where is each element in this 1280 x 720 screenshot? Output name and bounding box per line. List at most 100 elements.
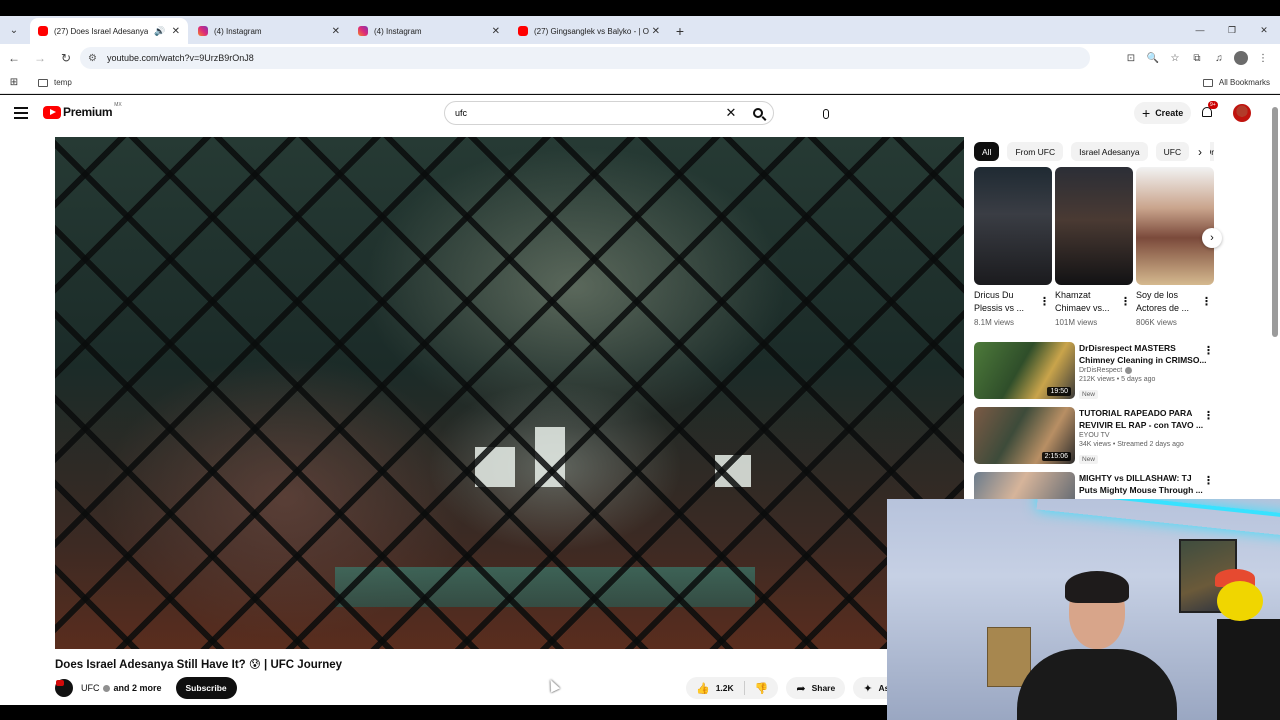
plush-toy	[1217, 581, 1263, 621]
account-avatar[interactable]	[1233, 104, 1251, 122]
video-thumbnail[interactable]: 19:50	[974, 342, 1075, 399]
url-text: youtube.com/watch?v=9UrzB9rOnJ8	[106, 53, 254, 63]
chip-israel-adesanya[interactable]: Israel Adesanya	[1071, 142, 1148, 161]
voice-search-mic-icon[interactable]	[815, 103, 837, 125]
channel-label: DrDisRespect	[1079, 367, 1123, 374]
browser-menu-icon[interactable]: ⋮	[1252, 47, 1274, 69]
short-title[interactable]: Khamzat Chimaev vs...	[1055, 289, 1117, 315]
browser-tab-4[interactable]: (27) Gingsanglek vs Balyko - | O ✕	[510, 18, 668, 44]
new-badge: New	[1079, 390, 1099, 399]
reload-icon[interactable]: ↻	[54, 46, 78, 70]
recommended-video[interactable]: 19:50 DrDisrespect MASTERS Chimney Clean…	[974, 342, 1220, 400]
zoom-icon[interactable]: 🔍	[1142, 47, 1164, 69]
tab-close-icon[interactable]: ✕	[652, 26, 660, 37]
subscribe-button[interactable]: Subscribe	[175, 677, 237, 699]
video-actions: 👍 1.2K 👎 ➦ Share ✦ Ask	[686, 677, 912, 699]
short-thumbnail[interactable]	[1055, 167, 1133, 285]
all-bookmarks[interactable]: All Bookmarks	[1202, 78, 1270, 87]
channel-avatar[interactable]	[55, 679, 73, 697]
short-item[interactable]: Dricus Du Plessis vs ... 8.1M views ⋮	[974, 167, 1052, 327]
extensions-icon[interactable]: ⧉	[1186, 47, 1208, 69]
search-input[interactable]	[455, 108, 719, 118]
new-tab-plus-icon[interactable]: +	[668, 18, 692, 44]
short-title[interactable]: Dricus Du Plessis vs ...	[974, 289, 1036, 315]
recommended-video[interactable]: 2:15:06 TUTORIAL RAPEADO PARA REVIVIR EL…	[974, 407, 1220, 465]
folder-icon	[38, 78, 48, 87]
video-title[interactable]: DrDisrespect MASTERS Chimney Cleaning in…	[1079, 342, 1209, 366]
more-options-icon[interactable]: ⋮	[1039, 295, 1050, 308]
tab-close-icon[interactable]: ✕	[492, 26, 500, 37]
media-controls-icon[interactable]: ♫	[1208, 47, 1230, 69]
short-views: 8.1M views	[974, 318, 1015, 327]
restore-icon[interactable]: ❐	[1216, 16, 1248, 44]
more-options-icon[interactable]: ⋮	[1203, 474, 1214, 487]
hamburger-menu-icon[interactable]	[14, 107, 28, 119]
thumbs-down-icon: 👎	[754, 682, 769, 695]
url-field[interactable]: ⚙ youtube.com/watch?v=9UrzB9rOnJ8	[80, 47, 1090, 69]
dislike-button[interactable]: 👎	[745, 677, 779, 699]
share-arrow-icon: ➦	[796, 682, 806, 695]
channel-name[interactable]: UFC	[81, 683, 100, 693]
video-player[interactable]	[55, 137, 964, 649]
new-badge: New	[1079, 455, 1099, 464]
bookmark-star-icon[interactable]: ☆	[1164, 47, 1186, 69]
browser-tab-2[interactable]: (4) Instagram ✕	[190, 18, 348, 44]
more-options-icon[interactable]: ⋮	[1203, 409, 1214, 422]
clear-search-icon[interactable]: ✕	[719, 105, 743, 121]
short-thumbnail[interactable]	[974, 167, 1052, 285]
create-button[interactable]: + Create	[1134, 102, 1192, 124]
short-item[interactable]: Soy de los Actores de ... 806K views ⋮	[1136, 167, 1214, 327]
youtube-header: Premium MX ✕ + Create 9+	[0, 95, 1280, 131]
video-info: TUTORIAL RAPEADO PARA REVIVIR EL RAP - c…	[1079, 407, 1209, 466]
short-title[interactable]: Soy de los Actores de ...	[1136, 289, 1198, 315]
collaborators-link[interactable]: and 2 more	[114, 683, 162, 693]
notification-badge: 9+	[1208, 101, 1218, 109]
more-options-icon[interactable]: ⋮	[1201, 295, 1212, 308]
install-app-icon[interactable]: ⊡	[1120, 47, 1142, 69]
chip-from-ufc[interactable]: From UFC	[1007, 142, 1064, 161]
minimize-icon[interactable]: —	[1184, 16, 1216, 44]
tab-search-chevron-icon[interactable]: ⌄	[0, 16, 28, 44]
shorts-shelf: Dricus Du Plessis vs ... 8.1M views ⋮ Kh…	[974, 167, 1216, 337]
notifications-bell-icon[interactable]: 9+	[1200, 101, 1218, 119]
chips-next-chevron-icon[interactable]: ›	[1190, 142, 1210, 162]
chip-all[interactable]: All	[974, 142, 1000, 161]
apps-grid-icon[interactable]: ⊞	[0, 77, 28, 88]
short-thumbnail[interactable]	[1136, 167, 1214, 285]
video-title-heading: Does Israel Adesanya Still Have It? 😰 | …	[55, 659, 343, 671]
shorts-next-chevron-icon[interactable]: ›	[1202, 228, 1222, 248]
channel-name[interactable]: EYOU TV	[1079, 432, 1209, 439]
bookmark-folder-temp[interactable]: temp	[38, 78, 72, 87]
profile-avatar[interactable]	[1230, 47, 1252, 69]
forward-arrow-icon[interactable]: →	[28, 46, 52, 70]
browser-tab-3[interactable]: (4) Instagram ✕	[350, 18, 508, 44]
like-button[interactable]: 👍 1.2K	[686, 677, 744, 699]
window-close-icon[interactable]: ✕	[1248, 16, 1280, 44]
tab-title: (4) Instagram	[374, 26, 422, 36]
streamer-body	[1017, 649, 1177, 720]
site-info-icon[interactable]: ⚙	[88, 53, 97, 64]
plus-icon: +	[1142, 105, 1151, 121]
more-options-icon[interactable]: ⋮	[1120, 295, 1131, 308]
tab-close-icon[interactable]: ✕	[332, 26, 340, 37]
video-thumbnail[interactable]	[974, 472, 1075, 500]
chip-ufc[interactable]: UFC	[1155, 142, 1190, 161]
scrollbar-thumb[interactable]	[1272, 107, 1278, 337]
tab-strip: ⌄ (27) Does Israel Adesanya S 🔊 ✕ (4) In…	[0, 16, 1280, 44]
short-item[interactable]: Khamzat Chimaev vs... 101M views ⋮	[1055, 167, 1133, 327]
like-count: 1.2K	[715, 683, 734, 693]
tab-close-icon[interactable]: ✕	[172, 26, 180, 37]
youtube-premium-logo[interactable]: Premium MX	[43, 102, 122, 119]
video-title[interactable]: MIGHTY vs DILLASHAW: TJ Puts Mighty Mous…	[1079, 472, 1209, 496]
back-arrow-icon[interactable]: ←	[2, 46, 26, 70]
recommended-video[interactable]: MIGHTY vs DILLASHAW: TJ Puts Mighty Mous…	[974, 472, 1220, 500]
search-button[interactable]	[743, 102, 773, 124]
speaker-icon[interactable]: 🔊	[154, 26, 165, 37]
channel-name[interactable]: DrDisRespect	[1079, 367, 1209, 374]
share-button[interactable]: ➦ Share	[786, 677, 846, 699]
instagram-favicon-icon	[198, 26, 208, 36]
video-title[interactable]: TUTORIAL RAPEADO PARA REVIVIR EL RAP - c…	[1079, 407, 1209, 431]
video-thumbnail[interactable]: 2:15:06	[974, 407, 1075, 464]
more-options-icon[interactable]: ⋮	[1203, 344, 1214, 357]
browser-tab-1[interactable]: (27) Does Israel Adesanya S 🔊 ✕	[30, 18, 188, 44]
